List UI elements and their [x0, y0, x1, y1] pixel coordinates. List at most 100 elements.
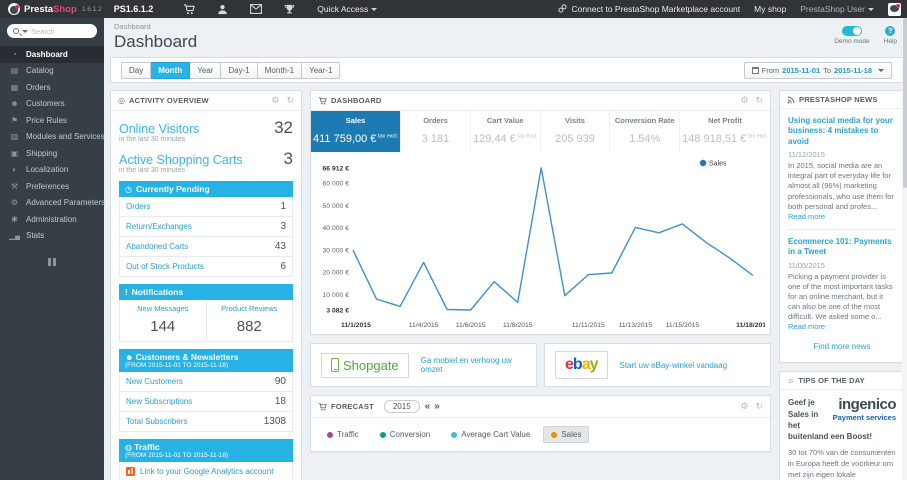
- messages-icon[interactable]: [250, 4, 263, 14]
- online-visitors-link[interactable]: Online Visitors: [119, 122, 199, 136]
- search-input[interactable]: [31, 26, 89, 36]
- toggle-on-icon[interactable]: [841, 26, 862, 36]
- ebay-ad[interactable]: ebay Start uw eBay-winkel vandaag: [544, 343, 771, 387]
- sidebar-item-catalog[interactable]: ▤ Catalog: [0, 63, 104, 80]
- trophy-icon[interactable]: [284, 4, 295, 15]
- pending-row-value: 1: [280, 201, 286, 212]
- forecast-toggle-label: Conversion: [389, 430, 431, 439]
- active-carts-link[interactable]: Active Shopping Carts: [119, 153, 243, 167]
- shopgate-link[interactable]: Ga mobiel en verhoog uw omzet: [421, 356, 526, 374]
- kpi-sales[interactable]: Sales 411 759,00 € tax excl.: [311, 111, 402, 152]
- kpi-orders[interactable]: Orders 3 181: [401, 111, 471, 152]
- date-range-toolbar: Day Month Year Day-1 Month-1 Year-1 From 2015…: [110, 57, 903, 83]
- refresh-icon[interactable]: ↻: [755, 95, 763, 106]
- forecast-toggle-sales[interactable]: Sales: [543, 426, 590, 443]
- cart-icon[interactable]: [183, 3, 196, 15]
- tips-of-the-day-panel: ☼ TIPS OF THE DAY ingenico Payment servi…: [779, 371, 905, 480]
- scrollbar-thumb[interactable]: [902, 18, 907, 188]
- newsletter-row[interactable]: Total Subscribers 1308: [119, 412, 293, 432]
- sidebar-item-orders[interactable]: ▦ Orders: [0, 79, 104, 96]
- sidebar-item-advanced-parameters[interactable]: ⚙ Advanced Parameters: [0, 195, 105, 212]
- newsletter-row[interactable]: New Subscriptions 18: [119, 392, 293, 412]
- dashboard-panel: DASHBOARD ⚙ ↻ Sales 411 759,00 € tax excl.…: [310, 90, 771, 335]
- modules-icon: ▧: [10, 132, 19, 142]
- sidebar-item-stats[interactable]: ▁▄▇ Stats: [0, 228, 104, 245]
- range-button-day-1[interactable]: Day-1: [221, 61, 258, 79]
- notification-product-reviews[interactable]: Product Reviews 882: [205, 300, 293, 341]
- kpi-visits[interactable]: Visits 205 939: [541, 111, 611, 152]
- kpi-cart-value[interactable]: Cart Value 129,44 € tax excl.: [471, 111, 541, 152]
- user-menu[interactable]: PrestaShop User: [800, 4, 874, 14]
- user-avatar[interactable]: [888, 2, 901, 16]
- sidebar-search[interactable]: [7, 24, 97, 38]
- pending-row[interactable]: Out of Stock Products 6: [119, 257, 293, 277]
- find-more-news-link[interactable]: Find more news: [788, 342, 896, 351]
- news-article-title[interactable]: Ecommerce 101: Payments in a Tweet: [788, 237, 896, 258]
- sidebar-collapse-button[interactable]: [47, 258, 57, 266]
- advanced-parameters-icon: ⚙: [10, 198, 19, 208]
- previous-year-button[interactable]: «: [425, 401, 430, 412]
- range-button-month-1[interactable]: Month-1: [257, 61, 303, 79]
- refresh-icon[interactable]: ↻: [286, 95, 294, 106]
- legend-dot-icon: [551, 431, 558, 438]
- newsletter-row[interactable]: New Customers 90: [119, 372, 293, 392]
- sidebar-item-label: Orders: [26, 82, 51, 92]
- google-analytics-link[interactable]: Link to your Google Analytics account: [119, 462, 293, 480]
- kpi-conversion-rate[interactable]: Conversion Rate 1.54%: [610, 111, 681, 152]
- forecast-toggle-average-cart-value[interactable]: Average Cart Value: [443, 426, 538, 443]
- range-button-year[interactable]: Year: [190, 61, 222, 79]
- gear-icon[interactable]: ⚙: [740, 95, 748, 106]
- sidebar-item-modules-and-services[interactable]: ▧ Modules and Services: [0, 129, 105, 146]
- read-more-link[interactable]: Read more: [788, 212, 825, 221]
- pending-row[interactable]: Abandoned Carts 43: [119, 237, 293, 257]
- quick-access-menu[interactable]: Quick Access: [317, 4, 378, 14]
- read-more-link[interactable]: Read more: [788, 322, 825, 331]
- gear-icon[interactable]: ⚙: [740, 401, 748, 412]
- chevron-down-icon: [878, 68, 884, 72]
- chevron-down-icon: [868, 8, 874, 12]
- range-button-day[interactable]: Day: [121, 61, 152, 79]
- link-icon: [558, 3, 568, 15]
- notification-new-messages[interactable]: New Messages 144: [120, 300, 206, 341]
- pending-row-value: 3: [280, 221, 286, 232]
- sidebar-item-label: Modules and Services: [26, 132, 105, 142]
- user-icon[interactable]: [217, 4, 228, 15]
- chevron-down-icon: [22, 29, 28, 33]
- svg-text:11/8/2015: 11/8/2015: [503, 322, 533, 329]
- customers-icon: ☻: [10, 99, 19, 109]
- pending-row[interactable]: Return/Exchanges 3: [119, 217, 293, 237]
- app-logo[interactable]: PrestaShop 1.6.1.2 PS1.6.1.2: [0, 3, 161, 15]
- shopgate-ad[interactable]: Shopgate Ga mobiel en verhoog uw omzet: [310, 343, 537, 387]
- demo-mode-toggle[interactable]: Demo mode: [834, 26, 870, 45]
- newsletter-row-label: New Subscriptions: [126, 397, 193, 406]
- notification-value: 144: [150, 318, 176, 335]
- marketplace-connect-link[interactable]: Connect to PrestaShop Marketplace accoun…: [558, 3, 740, 15]
- next-year-button[interactable]: »: [434, 401, 439, 412]
- sidebar-item-customers[interactable]: ☻ Customers: [0, 96, 104, 113]
- sidebar-item-administration[interactable]: ✱ Administration: [0, 211, 104, 228]
- legend-sales-label[interactable]: Sales: [709, 161, 727, 168]
- gear-icon[interactable]: ⚙: [271, 95, 279, 106]
- sidebar-item-localization[interactable]: ◐ Localization: [0, 162, 104, 179]
- ebay-link[interactable]: Start uw eBay-winkel vandaag: [620, 361, 728, 370]
- breadcrumb[interactable]: Dashboard: [114, 22, 897, 31]
- refresh-icon[interactable]: ↻: [755, 401, 763, 412]
- forecast-year-input[interactable]: 2015: [383, 400, 420, 413]
- sidebar-item-price-rules[interactable]: ⚑ Price Rules: [0, 112, 104, 129]
- date-range-picker[interactable]: From 2015-11-01 To 2015-11-18: [743, 61, 892, 79]
- svg-text:3 082 €: 3 082 €: [326, 307, 349, 314]
- news-article-title[interactable]: Using social media for your business: 4 …: [788, 116, 896, 147]
- range-button-year-1[interactable]: Year-1: [302, 61, 341, 79]
- sidebar-item-shipping[interactable]: ▣ Shipping: [0, 145, 104, 162]
- forecast-toggle-conversion[interactable]: Conversion: [372, 426, 438, 443]
- forecast-toggle-traffic[interactable]: Traffic: [319, 426, 367, 443]
- vertical-scrollbar[interactable]: [902, 18, 907, 480]
- sidebar-item-dashboard[interactable]: ◔ Dashboard: [0, 46, 104, 63]
- help-button[interactable]: ? Help: [884, 26, 897, 45]
- kpi-net-profit[interactable]: Net Profit 148 918,51 € tax excl.: [680, 111, 770, 152]
- pending-row[interactable]: Orders 1: [119, 197, 293, 217]
- kpi-label: Conversion Rate: [614, 116, 675, 125]
- range-button-month[interactable]: Month: [151, 61, 191, 79]
- my-shop-link[interactable]: My shop: [754, 4, 786, 14]
- sidebar-item-preferences[interactable]: ⚒ Preferences: [0, 178, 104, 195]
